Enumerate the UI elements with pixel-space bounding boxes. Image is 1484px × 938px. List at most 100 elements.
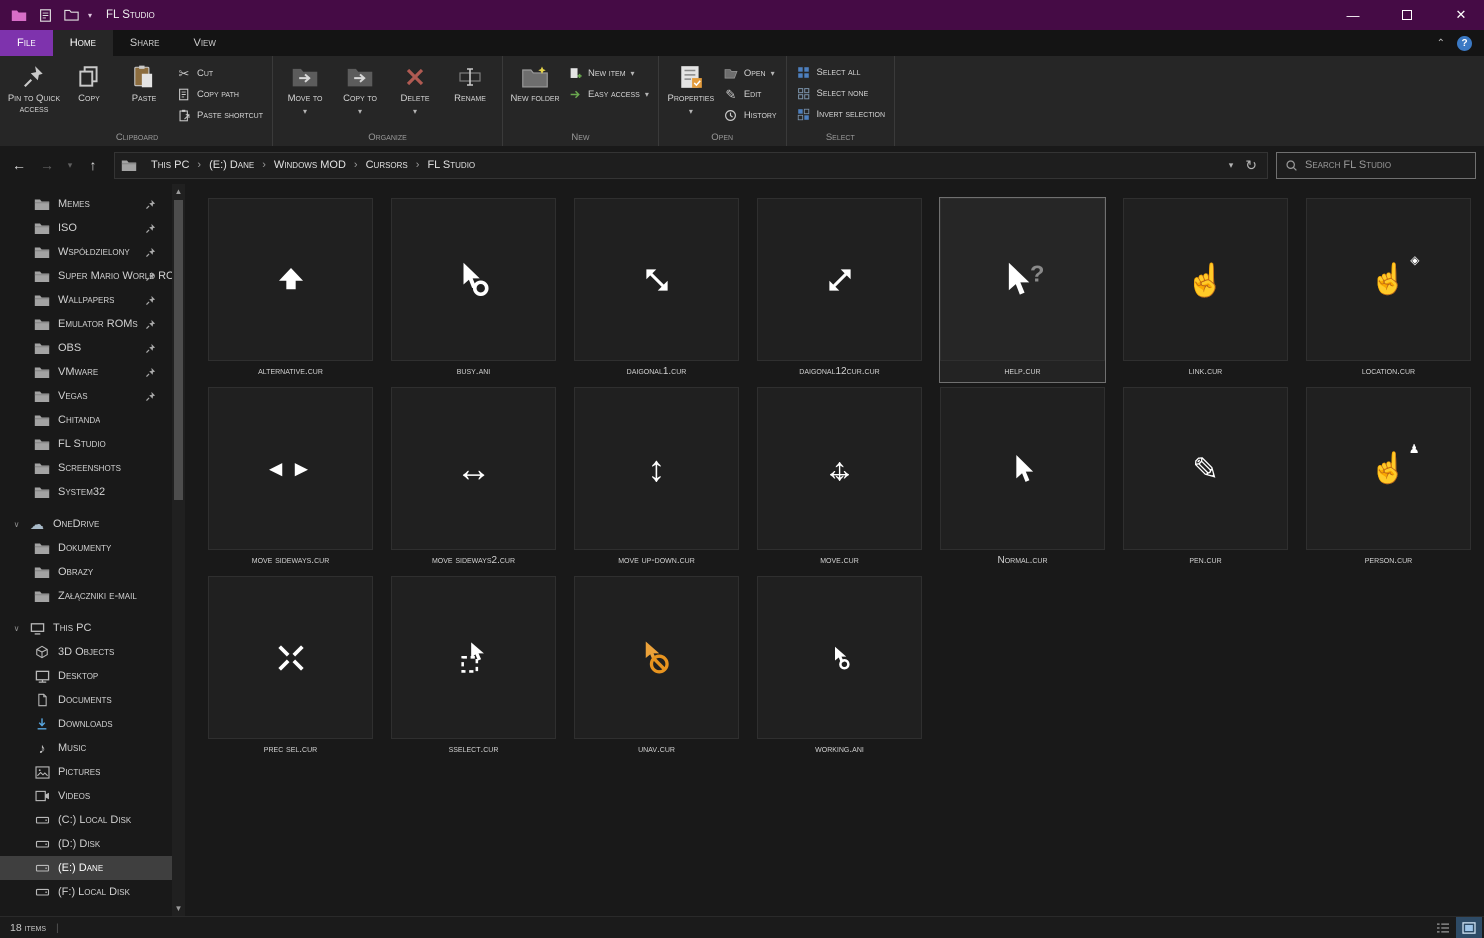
sidebar-item-desktop[interactable]: Desktop	[0, 664, 172, 688]
file-item[interactable]: working.ani	[756, 575, 923, 761]
refresh-icon[interactable]: ↻	[1245, 157, 1257, 174]
minimize-button[interactable]: —	[1330, 0, 1376, 30]
scrollbar-thumb[interactable]	[174, 200, 183, 500]
up-button[interactable]: ↑	[80, 152, 106, 178]
sidebar-scrollbar[interactable]: ▲ ▼	[172, 184, 185, 916]
breadcrumb-item[interactable]: (E:) Dane	[202, 153, 261, 178]
file-thumbnail[interactable]	[940, 387, 1105, 550]
sidebar-item-pictures[interactable]: Pictures	[0, 760, 172, 784]
file-thumbnail[interactable]: ↕	[574, 387, 739, 550]
sidebar-item-system32[interactable]: System32	[0, 480, 172, 504]
file-item[interactable]: alternative.cur	[207, 197, 374, 383]
sidebar-item-chitanda[interactable]: Chitanda	[0, 408, 172, 432]
sidebar-item-onedrive[interactable]: ∨ ☁ OneDrive	[0, 512, 172, 536]
move-to-button[interactable]: Move to ▾	[278, 58, 332, 122]
paste-button[interactable]: Paste	[117, 58, 171, 122]
sidebar-item-wsp-dzielony[interactable]: Współdzielony	[0, 240, 172, 264]
sidebar-item-za-czniki-e-mail[interactable]: Załączniki e-mail	[0, 584, 172, 608]
new-item-button[interactable]: New item ▾	[563, 63, 653, 83]
file-item[interactable]: ☝ link.cur	[1122, 197, 1289, 383]
file-item[interactable]: daigonal12cur.cur	[756, 197, 923, 383]
delete-button[interactable]: Delete ▾	[388, 58, 442, 122]
copy-path-button[interactable]: Copy path	[172, 84, 267, 104]
help-icon[interactable]: ?	[1457, 35, 1472, 51]
breadcrumb-item[interactable]: Cursors	[359, 153, 415, 178]
search-input[interactable]	[1305, 159, 1467, 171]
sidebar-item-c-local-disk[interactable]: (C:) Local Disk	[0, 808, 172, 832]
sidebar-item-vmware[interactable]: VMware	[0, 360, 172, 384]
file-item[interactable]: ◄► move sideways.cur	[207, 386, 374, 572]
scroll-up-icon[interactable]: ▲	[172, 185, 185, 198]
file-thumbnail[interactable]: ↔	[391, 387, 556, 550]
sidebar-item-wallpapers[interactable]: Wallpapers	[0, 288, 172, 312]
sidebar-item-super-mario-world-ro[interactable]: Super Mario World RO	[0, 264, 172, 288]
sidebar-item-fl-studio[interactable]: FL Studio	[0, 432, 172, 456]
address-dropdown-icon[interactable]: ▾	[1229, 160, 1234, 171]
file-thumbnail[interactable]	[757, 198, 922, 361]
pin-to-quick-access-button[interactable]: Pin to Quick access	[7, 58, 61, 122]
large-icons-view-button[interactable]	[1456, 917, 1482, 938]
scroll-down-icon[interactable]: ▼	[172, 902, 185, 915]
file-item[interactable]: busy.ani	[390, 197, 557, 383]
breadcrumb-item[interactable]: FL Studio	[420, 153, 482, 178]
file-thumbnail[interactable]	[574, 576, 739, 739]
qat-new-folder-icon[interactable]	[62, 7, 80, 23]
chevron-down-icon[interactable]: ∨	[12, 624, 21, 633]
file-thumbnail[interactable]: ☝ ◈	[1306, 198, 1471, 361]
file-item[interactable]: unav.cur	[573, 575, 740, 761]
file-item[interactable]: sselect.cur	[390, 575, 557, 761]
sidebar-item-obrazy[interactable]: Obrazy	[0, 560, 172, 584]
search-box[interactable]	[1276, 151, 1476, 179]
sidebar-item-obs[interactable]: OBS	[0, 336, 172, 360]
file-thumbnail[interactable]: ◄►	[208, 387, 373, 550]
sidebar-item-screenshots[interactable]: Screenshots	[0, 456, 172, 480]
new-folder-button[interactable]: New folder	[508, 58, 562, 122]
rename-button[interactable]: Rename	[443, 58, 497, 122]
file-thumbnail[interactable]: ?	[940, 198, 1105, 361]
tab-home[interactable]: Home	[52, 30, 113, 56]
minimize-ribbon-icon[interactable]: ⌃	[1437, 38, 1445, 49]
breadcrumb-item[interactable]: This PC	[144, 153, 196, 178]
details-view-button[interactable]	[1430, 917, 1456, 938]
file-item[interactable]: ↔ move sideways2.cur	[390, 386, 557, 572]
file-item[interactable]: ↔ ↕ move.cur	[756, 386, 923, 572]
file-item[interactable]: Normal.cur	[939, 386, 1106, 572]
file-item[interactable]: ↕ move up-down.cur	[573, 386, 740, 572]
file-item[interactable]: prec sel.cur	[207, 575, 374, 761]
invert-selection-button[interactable]: Invert selection	[792, 104, 890, 124]
file-item[interactable]: ☝ ♟ person.cur	[1305, 386, 1472, 572]
sidebar-item-music[interactable]: ♪ Music	[0, 736, 172, 760]
tab-share[interactable]: Share	[113, 30, 177, 56]
sidebar-item-vegas[interactable]: Vegas	[0, 384, 172, 408]
file-item[interactable]: daigonal1.cur	[573, 197, 740, 383]
edit-button[interactable]: ✎ Edit	[719, 84, 781, 104]
file-thumbnail[interactable]	[208, 198, 373, 361]
sidebar-item-f-local-disk[interactable]: (F:) Local Disk	[0, 880, 172, 904]
paste-shortcut-button[interactable]: Paste shortcut	[172, 105, 267, 125]
file-thumbnail[interactable]	[391, 198, 556, 361]
sidebar-item-dokumenty[interactable]: Dokumenty	[0, 536, 172, 560]
sidebar-item-this-pc[interactable]: ∨ This PC	[0, 616, 172, 640]
file-thumbnail[interactable]	[208, 576, 373, 739]
file-item[interactable]: ☝ ◈ location.cur	[1305, 197, 1472, 383]
file-thumbnail[interactable]: ☝ ♟	[1306, 387, 1471, 550]
sidebar-item-emulator-roms[interactable]: Emulator ROMs	[0, 312, 172, 336]
sidebar-item-documents[interactable]: Documents	[0, 688, 172, 712]
sidebar-item-downloads[interactable]: Downloads	[0, 712, 172, 736]
sidebar-item-e-dane[interactable]: (E:) Dane	[0, 856, 172, 880]
open-button[interactable]: Open ▾	[719, 63, 781, 83]
file-item[interactable]: ✎ pen.cur	[1122, 386, 1289, 572]
copy-to-button[interactable]: Copy to ▾	[333, 58, 387, 122]
cut-button[interactable]: ✂ Cut	[172, 63, 267, 83]
easy-access-button[interactable]: Easy access ▾	[563, 84, 653, 104]
maximize-button[interactable]	[1384, 0, 1430, 30]
qat-properties-icon[interactable]	[36, 7, 54, 23]
file-thumbnail[interactable]	[574, 198, 739, 361]
sidebar-item-iso[interactable]: ISO	[0, 216, 172, 240]
file-thumbnail[interactable]	[757, 576, 922, 739]
file-thumbnail[interactable]: ✎	[1123, 387, 1288, 550]
file-thumbnail[interactable]	[391, 576, 556, 739]
copy-button[interactable]: Copy	[62, 58, 116, 122]
qat-customize-chevron-icon[interactable]: ▾	[88, 11, 92, 20]
file-item[interactable]: ? help.cur	[939, 197, 1106, 383]
